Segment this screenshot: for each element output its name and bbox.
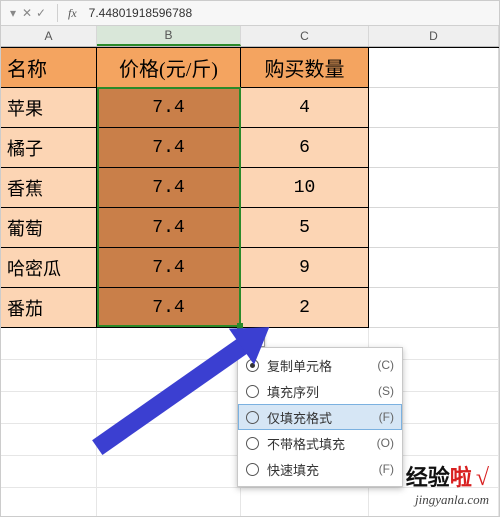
watermark-url: jingyanla.com xyxy=(406,492,489,508)
cell-qty[interactable]: 5 xyxy=(241,208,369,248)
column-headers: A B C D xyxy=(1,26,499,47)
watermark-text-red: 啦 xyxy=(450,465,472,490)
empty-cell[interactable] xyxy=(97,360,241,392)
cell-name[interactable]: 苹果 xyxy=(1,88,97,128)
cell-price[interactable]: 7.4 xyxy=(97,288,241,328)
watermark-text: 经验 xyxy=(406,465,450,490)
empty-cell[interactable] xyxy=(369,168,499,208)
header-qty[interactable]: 购买数量 xyxy=(241,48,369,88)
col-header-D[interactable]: D xyxy=(369,26,499,46)
menu-shortcut: (C) xyxy=(377,358,394,372)
empty-cell[interactable] xyxy=(369,208,499,248)
radio-icon xyxy=(246,411,259,424)
separator xyxy=(57,4,58,22)
cancel-icon[interactable]: ✕ xyxy=(21,7,33,19)
app-window: ▾ ✕ ✓ fx 7.44801918596788 A B C D 名称 价格(… xyxy=(0,0,500,517)
table-header-row: 名称 价格(元/斤) 购买数量 xyxy=(1,47,499,88)
menu-item-fill-without-formatting[interactable]: 不带格式填充 (O) xyxy=(238,430,402,456)
menu-shortcut: (F) xyxy=(379,462,394,476)
menu-shortcut: (F) xyxy=(379,410,394,424)
formula-bar-nav: ▾ ✕ ✓ xyxy=(1,7,53,19)
cell-qty[interactable]: 10 xyxy=(241,168,369,208)
table-row: 番茄 7.4 2 xyxy=(1,288,499,328)
menu-label: 填充序列 xyxy=(267,382,370,401)
menu-label: 不带格式填充 xyxy=(267,434,369,453)
cell-name[interactable]: 葡萄 xyxy=(1,208,97,248)
cell-name[interactable]: 番茄 xyxy=(1,288,97,328)
col-header-A[interactable]: A xyxy=(1,26,97,46)
watermark: 经验啦√ jingyanla.com xyxy=(406,460,489,508)
empty-cell[interactable] xyxy=(369,48,499,88)
col-header-B[interactable]: B xyxy=(97,26,241,46)
empty-cell[interactable] xyxy=(1,488,97,517)
header-price[interactable]: 价格(元/斤) xyxy=(97,48,241,88)
autofill-options-menu: 复制单元格 (C) 填充序列 (S) 仅填充格式 (F) 不带格式填充 (O) … xyxy=(237,347,403,487)
dropdown-icon[interactable]: ▾ xyxy=(7,7,19,19)
menu-item-copy-cells[interactable]: 复制单元格 (C) xyxy=(238,352,402,378)
menu-label: 快速填充 xyxy=(267,460,371,479)
empty-cell[interactable] xyxy=(1,456,97,488)
autofill-options-button[interactable] xyxy=(237,329,265,347)
menu-item-fill-series[interactable]: 填充序列 (S) xyxy=(238,378,402,404)
menu-item-fill-formatting-only[interactable]: 仅填充格式 (F) xyxy=(238,404,402,430)
spreadsheet-grid: 名称 价格(元/斤) 购买数量 苹果 7.4 4 橘子 7.4 6 香蕉 7.4… xyxy=(1,47,499,517)
menu-label: 仅填充格式 xyxy=(267,408,371,427)
confirm-icon[interactable]: ✓ xyxy=(35,7,47,19)
cell-qty[interactable]: 6 xyxy=(241,128,369,168)
cell-price[interactable]: 7.4 xyxy=(97,88,241,128)
empty-cell[interactable] xyxy=(1,328,97,360)
chevron-down-icon xyxy=(255,336,261,340)
empty-cell[interactable] xyxy=(369,128,499,168)
cell-price[interactable]: 7.4 xyxy=(97,128,241,168)
table-row: 橘子 7.4 6 xyxy=(1,128,499,168)
check-icon: √ xyxy=(476,465,489,491)
empty-cell[interactable] xyxy=(1,360,97,392)
cell-name[interactable]: 哈密瓜 xyxy=(1,248,97,288)
cell-name[interactable]: 香蕉 xyxy=(1,168,97,208)
radio-icon xyxy=(246,463,259,476)
menu-item-flash-fill[interactable]: 快速填充 (F) xyxy=(238,456,402,482)
empty-cell[interactable] xyxy=(1,424,97,456)
radio-icon xyxy=(246,437,259,450)
col-header-C[interactable]: C xyxy=(241,26,369,46)
fx-label[interactable]: fx xyxy=(62,6,83,21)
cell-price[interactable]: 7.4 xyxy=(97,168,241,208)
empty-cell[interactable] xyxy=(241,488,369,517)
menu-label: 复制单元格 xyxy=(267,356,369,375)
radio-icon xyxy=(246,359,259,372)
cell-price[interactable]: 7.4 xyxy=(97,248,241,288)
empty-cell[interactable] xyxy=(97,392,241,424)
radio-icon xyxy=(246,385,259,398)
cell-qty[interactable]: 2 xyxy=(241,288,369,328)
empty-cell[interactable] xyxy=(369,288,499,328)
empty-cell[interactable] xyxy=(97,328,241,360)
table-row: 哈密瓜 7.4 9 xyxy=(1,248,499,288)
cell-qty[interactable]: 4 xyxy=(241,88,369,128)
cell-name[interactable]: 橘子 xyxy=(1,128,97,168)
table-row: 苹果 7.4 4 xyxy=(1,88,499,128)
empty-cell[interactable] xyxy=(97,456,241,488)
table-row: 香蕉 7.4 10 xyxy=(1,168,499,208)
formula-value[interactable]: 7.44801918596788 xyxy=(83,6,499,20)
table-row: 葡萄 7.4 5 xyxy=(1,208,499,248)
menu-shortcut: (O) xyxy=(377,436,394,450)
menu-shortcut: (S) xyxy=(378,384,394,398)
empty-cell[interactable] xyxy=(97,424,241,456)
cell-price[interactable]: 7.4 xyxy=(97,208,241,248)
empty-cell[interactable] xyxy=(369,248,499,288)
cell-qty[interactable]: 9 xyxy=(241,248,369,288)
empty-cell[interactable] xyxy=(369,88,499,128)
empty-cell[interactable] xyxy=(97,488,241,517)
empty-cell[interactable] xyxy=(1,392,97,424)
autofill-options-icon xyxy=(241,332,253,344)
header-name[interactable]: 名称 xyxy=(1,48,97,88)
formula-bar: ▾ ✕ ✓ fx 7.44801918596788 xyxy=(1,1,499,26)
